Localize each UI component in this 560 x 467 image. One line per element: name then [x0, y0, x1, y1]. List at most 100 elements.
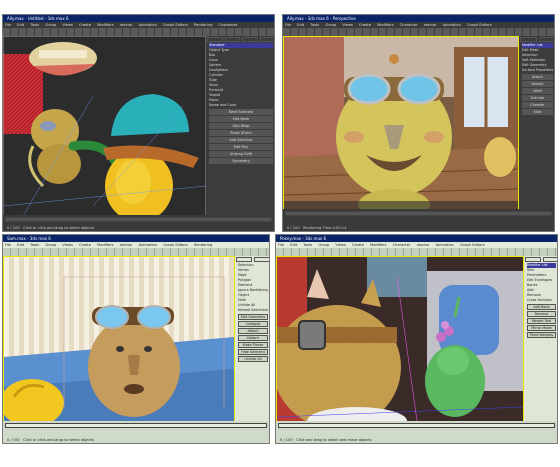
modifier-button[interactable]: Hide Selected	[238, 349, 268, 355]
menu-file[interactable]: File	[285, 23, 291, 27]
menu-modifiers[interactable]: Modifiers	[370, 243, 386, 247]
menu-graph-editors[interactable]: Graph Editors	[467, 23, 492, 27]
menu-animation[interactable]: Animation	[436, 243, 454, 247]
modifier-button[interactable]: Detach	[522, 81, 553, 87]
perspective-viewport[interactable]	[283, 36, 519, 210]
modifier-button[interactable]: Skin Wrap	[209, 123, 273, 129]
menu-rendering[interactable]: Rendering	[194, 243, 212, 247]
perspective-viewport[interactable]	[3, 256, 235, 422]
menu-graph-editors[interactable]: Graph Editors	[460, 243, 485, 247]
time-slider[interactable]	[285, 211, 552, 216]
modifier-button[interactable]: Remove	[527, 311, 556, 317]
menu-group[interactable]: Group	[45, 23, 56, 27]
tab-create[interactable]	[520, 37, 537, 42]
command-panel-tabs[interactable]	[206, 36, 274, 43]
modifier-button[interactable]: Symmetry	[209, 158, 273, 164]
menu-tools[interactable]: Tools	[310, 23, 319, 27]
menu-group[interactable]: Group	[318, 243, 329, 247]
menu-animation[interactable]: Animation	[443, 23, 461, 27]
menu-reactor[interactable]: reactor	[120, 23, 133, 27]
menu-views[interactable]: Views	[342, 23, 352, 27]
tab-modify[interactable]	[224, 37, 240, 42]
modifier-button[interactable]: Collapse	[238, 321, 268, 327]
menu-views[interactable]: Views	[62, 243, 72, 247]
tab-create[interactable]	[207, 37, 223, 42]
main-toolbar[interactable]	[3, 28, 274, 36]
modifier-button[interactable]: Make Planar	[238, 342, 268, 348]
menu-file[interactable]: File	[5, 243, 11, 247]
menu-modifiers[interactable]: Modifiers	[97, 243, 113, 247]
menu-tools[interactable]: Tools	[30, 23, 39, 27]
command-panel-tabs[interactable]	[235, 256, 269, 263]
time-slider[interactable]	[5, 423, 267, 428]
command-panel[interactable]: Modifier List Edit Mesh Selection Soft S…	[519, 36, 554, 210]
menu-reactor[interactable]: reactor	[120, 243, 133, 247]
modifier-button[interactable]: Paint Weights	[527, 332, 556, 338]
main-toolbar[interactable]	[276, 248, 557, 256]
modifier-button[interactable]: Attach	[522, 74, 553, 80]
modifier-button[interactable]: Slice	[522, 109, 553, 115]
menu-tools[interactable]: Tools	[303, 243, 312, 247]
menu-create[interactable]: Create	[79, 243, 91, 247]
modifier-button[interactable]: Attach	[238, 328, 268, 334]
modifier-button[interactable]: Weld	[522, 88, 553, 94]
menu-modifiers[interactable]: Modifiers	[377, 23, 393, 27]
menu-animation[interactable]: Animation	[139, 23, 157, 27]
command-panel[interactable]: Selection Vertex Edge Polygon Element Ig…	[235, 256, 269, 422]
modifier-button[interactable]: Edit Poly	[209, 144, 273, 150]
menu-modifiers[interactable]: Modifiers	[97, 23, 113, 27]
menu-graph-editors[interactable]: Graph Editors	[163, 23, 188, 27]
tab-create[interactable]	[525, 257, 541, 262]
menu-tools[interactable]: Tools	[30, 243, 39, 247]
modifier-button[interactable]: Weight Tool	[527, 318, 556, 324]
menu-group[interactable]: Group	[45, 243, 56, 247]
modifier-button[interactable]: Add Bone	[527, 304, 556, 310]
menu-file[interactable]: File	[5, 23, 11, 27]
perspective-viewport[interactable]	[3, 36, 206, 216]
menu-character[interactable]: Character	[393, 243, 411, 247]
modifier-button[interactable]: Chamfer	[522, 102, 553, 108]
tab-modify[interactable]	[542, 257, 557, 262]
perspective-viewport[interactable]	[276, 256, 524, 422]
menu-customize[interactable]: Customize	[219, 23, 238, 27]
modifier-button[interactable]: Reset XForm	[209, 130, 273, 136]
main-toolbar[interactable]	[3, 248, 269, 256]
menu-edit[interactable]: Edit	[17, 23, 24, 27]
menu-views[interactable]: Views	[335, 243, 345, 247]
tab-modify[interactable]	[538, 37, 554, 42]
modifier-button[interactable]: Detach	[238, 335, 268, 341]
menu-character[interactable]: Character	[400, 23, 418, 27]
menu-animation[interactable]: Animation	[139, 243, 157, 247]
modifier-button[interactable]: Unwrap UVW	[209, 151, 273, 157]
modifier-button[interactable]: Bend Selected	[209, 109, 273, 115]
menu-graph-editors[interactable]: Graph Editors	[163, 243, 188, 247]
menu-create[interactable]: Create	[79, 23, 91, 27]
tab-create[interactable]	[236, 257, 252, 262]
modifier-button[interactable]: Soft Selection	[209, 137, 273, 143]
menu-group[interactable]: Group	[325, 23, 336, 27]
menu-create[interactable]: Create	[352, 243, 364, 247]
time-slider[interactable]	[278, 423, 555, 428]
menu-reactor[interactable]: reactor	[417, 243, 430, 247]
menu-reactor[interactable]: reactor	[424, 23, 437, 27]
modifier-button[interactable]: Extrude	[522, 95, 553, 101]
menu-views[interactable]: Views	[62, 23, 72, 27]
menu-rendering[interactable]: Rendering	[194, 23, 212, 27]
menu-file[interactable]: File	[278, 243, 284, 247]
modifier-button[interactable]: Edit Geometry	[238, 314, 268, 320]
modifier-button[interactable]: Unhide All	[238, 356, 268, 362]
tab-motion[interactable]	[259, 37, 274, 42]
command-panel-tabs[interactable]	[519, 36, 554, 43]
command-panel[interactable]: Standard Object Type Box Cone Sphere Geo…	[206, 36, 274, 216]
menu-create[interactable]: Create	[359, 23, 371, 27]
menu-edit[interactable]: Edit	[297, 23, 304, 27]
tab-hierarchy[interactable]	[242, 37, 258, 42]
main-toolbar[interactable]	[283, 28, 554, 36]
modifier-button[interactable]: Mirror Mode	[527, 325, 556, 331]
menu-edit[interactable]: Edit	[17, 243, 24, 247]
tab-modify[interactable]	[254, 257, 269, 262]
time-slider[interactable]	[5, 217, 272, 222]
menu-edit[interactable]: Edit	[290, 243, 297, 247]
command-panel-tabs[interactable]	[524, 256, 557, 263]
command-panel[interactable]: Modifier List Skin Parameters Edit Envel…	[524, 256, 557, 422]
